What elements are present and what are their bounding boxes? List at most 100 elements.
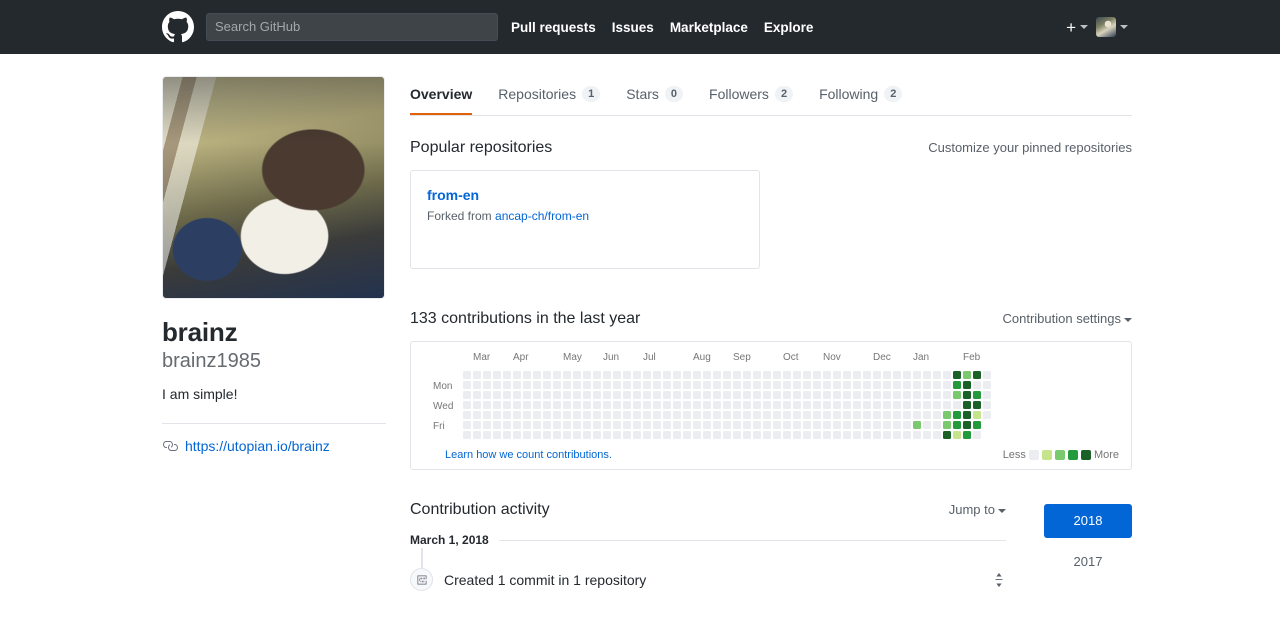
heatmap-cell[interactable] [653, 371, 661, 379]
heatmap-cell[interactable] [553, 381, 561, 389]
heatmap-cell[interactable] [823, 381, 831, 389]
heatmap-cell[interactable] [773, 391, 781, 399]
heatmap-cell[interactable] [523, 421, 531, 429]
heatmap-cell[interactable] [843, 421, 851, 429]
heatmap-cell[interactable] [543, 401, 551, 409]
heatmap-cell[interactable] [563, 431, 571, 439]
heatmap-cell[interactable] [473, 381, 481, 389]
heatmap-cell[interactable] [973, 411, 981, 419]
heatmap-cell[interactable] [623, 411, 631, 419]
heatmap-cell[interactable] [883, 431, 891, 439]
heatmap-cell[interactable] [813, 421, 821, 429]
heatmap-cell[interactable] [653, 421, 661, 429]
heatmap-cell[interactable] [703, 401, 711, 409]
heatmap-cell[interactable] [933, 381, 941, 389]
heatmap-cell[interactable] [813, 431, 821, 439]
heatmap-cell[interactable] [583, 421, 591, 429]
heatmap-cell[interactable] [553, 401, 561, 409]
heatmap-cell[interactable] [783, 421, 791, 429]
heatmap-cell[interactable] [973, 391, 981, 399]
heatmap-cell[interactable] [583, 431, 591, 439]
heatmap-cell[interactable] [513, 411, 521, 419]
activity-item[interactable]: Created 1 commit in 1 repository [410, 548, 1032, 591]
heatmap-cell[interactable] [823, 421, 831, 429]
heatmap-cell[interactable] [953, 371, 961, 379]
heatmap-cell[interactable] [613, 411, 621, 419]
heatmap-cell[interactable] [493, 391, 501, 399]
heatmap-cell[interactable] [623, 431, 631, 439]
heatmap-cell[interactable] [833, 411, 841, 419]
nav-issues[interactable]: Issues [612, 20, 654, 35]
collapse-icon[interactable] [992, 572, 1006, 587]
heatmap-cell[interactable] [663, 411, 671, 419]
heatmap-cell[interactable] [473, 401, 481, 409]
heatmap-cell[interactable] [793, 421, 801, 429]
heatmap-cell[interactable] [963, 371, 971, 379]
heatmap-cell[interactable] [723, 421, 731, 429]
tab-repositories[interactable]: Repositories 1 [498, 86, 601, 115]
heatmap-cell[interactable] [603, 401, 611, 409]
heatmap-cell[interactable] [643, 411, 651, 419]
heatmap-cell[interactable] [783, 381, 791, 389]
heatmap-cell[interactable] [733, 371, 741, 379]
heatmap-cell[interactable] [523, 391, 531, 399]
heatmap-cell[interactable] [523, 371, 531, 379]
heatmap-cell[interactable] [693, 391, 701, 399]
heatmap-cell[interactable] [693, 381, 701, 389]
heatmap-cell[interactable] [723, 381, 731, 389]
heatmap-cell[interactable] [903, 371, 911, 379]
heatmap-cell[interactable] [813, 401, 821, 409]
heatmap-cell[interactable] [753, 391, 761, 399]
heatmap-cell[interactable] [763, 401, 771, 409]
heatmap-cell[interactable] [513, 391, 521, 399]
heatmap-cell[interactable] [483, 381, 491, 389]
heatmap-cell[interactable] [843, 381, 851, 389]
heatmap-cell[interactable] [533, 371, 541, 379]
heatmap-cell[interactable] [963, 411, 971, 419]
heatmap-cell[interactable] [543, 371, 551, 379]
heatmap-cell[interactable] [563, 401, 571, 409]
heatmap-cell[interactable] [743, 401, 751, 409]
heatmap-cell[interactable] [743, 381, 751, 389]
heatmap-cell[interactable] [583, 371, 591, 379]
heatmap-cell[interactable] [923, 431, 931, 439]
heatmap-cell[interactable] [493, 421, 501, 429]
heatmap-cell[interactable] [513, 421, 521, 429]
heatmap-cell[interactable] [953, 421, 961, 429]
heatmap-cell[interactable] [903, 411, 911, 419]
heatmap-cell[interactable] [933, 391, 941, 399]
nav-marketplace[interactable]: Marketplace [670, 20, 748, 35]
heatmap-cell[interactable] [473, 371, 481, 379]
heatmap-cell[interactable] [693, 371, 701, 379]
heatmap-cell[interactable] [983, 371, 991, 379]
heatmap-cell[interactable] [493, 381, 501, 389]
heatmap-cell[interactable] [833, 421, 841, 429]
heatmap-cell[interactable] [823, 391, 831, 399]
heatmap-cell[interactable] [603, 371, 611, 379]
heatmap-cell[interactable] [513, 401, 521, 409]
heatmap-cell[interactable] [873, 401, 881, 409]
heatmap-cell[interactable] [633, 371, 641, 379]
heatmap-cell[interactable] [733, 381, 741, 389]
heatmap-cell[interactable] [703, 371, 711, 379]
heatmap-cell[interactable] [603, 411, 611, 419]
heatmap-cell[interactable] [533, 401, 541, 409]
heatmap-cell[interactable] [513, 381, 521, 389]
heatmap-cell[interactable] [763, 431, 771, 439]
heatmap-cell[interactable] [463, 411, 471, 419]
heatmap-cell[interactable] [793, 371, 801, 379]
heatmap-cell[interactable] [593, 371, 601, 379]
heatmap-cell[interactable] [703, 381, 711, 389]
heatmap-cell[interactable] [893, 381, 901, 389]
heatmap-cell[interactable] [623, 401, 631, 409]
profile-website-link[interactable]: https://utopian.io/brainz [185, 438, 330, 454]
heatmap-cell[interactable] [973, 381, 981, 389]
heatmap-cell[interactable] [543, 391, 551, 399]
heatmap-cell[interactable] [473, 421, 481, 429]
heatmap-cell[interactable] [653, 431, 661, 439]
heatmap-cell[interactable] [683, 391, 691, 399]
heatmap-cell[interactable] [463, 381, 471, 389]
heatmap-cell[interactable] [573, 391, 581, 399]
heatmap-cell[interactable] [683, 411, 691, 419]
heatmap-cell[interactable] [873, 381, 881, 389]
